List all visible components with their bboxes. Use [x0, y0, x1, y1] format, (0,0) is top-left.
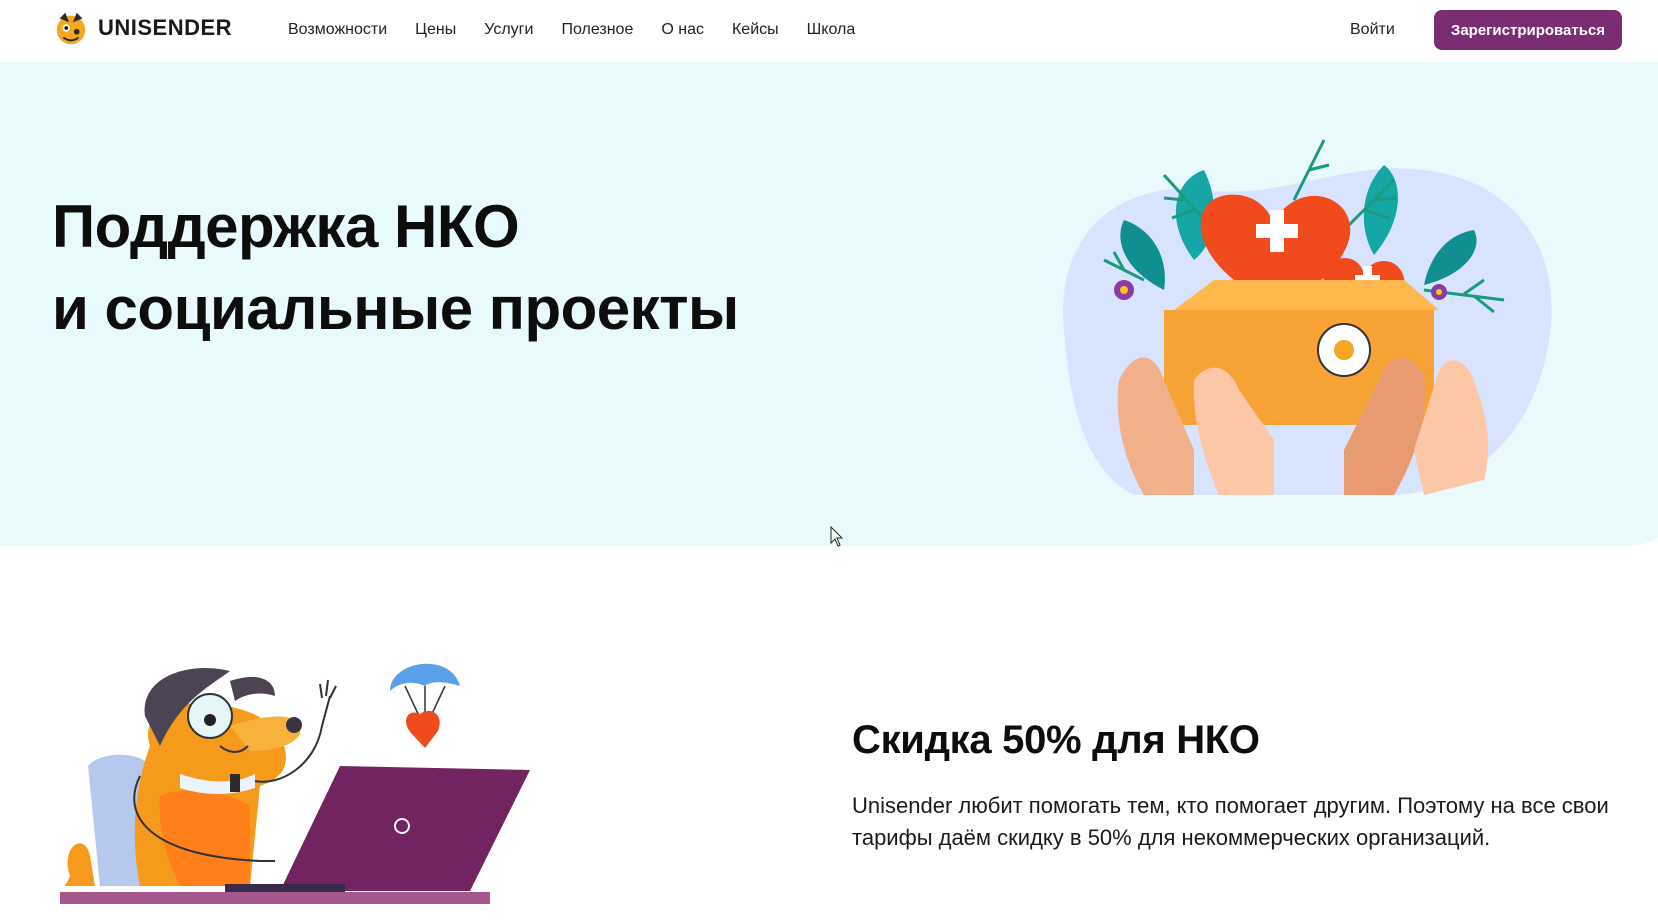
hero-title-line2: и социальные проекты: [52, 275, 739, 342]
main-nav: Возможности Цены Услуги Полезное О нас К…: [288, 18, 883, 42]
hero-section: Поддержка НКО и социальные проекты: [0, 62, 1658, 547]
discount-text: Unisender любит помогать тем, кто помога…: [852, 793, 1609, 850]
nav-item-pricing[interactable]: Цены: [415, 18, 456, 42]
nav-item-cases[interactable]: Кейсы: [732, 18, 779, 42]
logo[interactable]: UNISENDER: [52, 8, 232, 48]
nav-item-useful[interactable]: Полезное: [561, 18, 633, 42]
nav-item-features[interactable]: Возможности: [288, 18, 387, 42]
site-header: UNISENDER Возможности Цены Услуги Полезн…: [0, 0, 1658, 60]
hands-box-hearts-icon: [1063, 139, 1552, 496]
signup-button[interactable]: Зарегистрироваться: [1434, 10, 1622, 50]
hero-title-line1: Поддержка НКО: [52, 193, 520, 260]
mouse-cursor-icon: [830, 526, 844, 547]
login-link[interactable]: Войти: [1350, 18, 1395, 42]
logo-text: UNISENDER: [98, 15, 233, 40]
discount-title: Скидка 50% для НКО: [852, 718, 1260, 762]
dog-logo-icon: [56, 12, 86, 45]
dog-with-laptop-icon: [60, 663, 530, 904]
nav-item-school[interactable]: Школа: [807, 18, 856, 42]
nav-item-services[interactable]: Услуги: [484, 18, 533, 42]
hero-title: Поддержка НКО и социальные проекты: [52, 186, 739, 350]
nav-item-about[interactable]: О нас: [661, 18, 704, 42]
